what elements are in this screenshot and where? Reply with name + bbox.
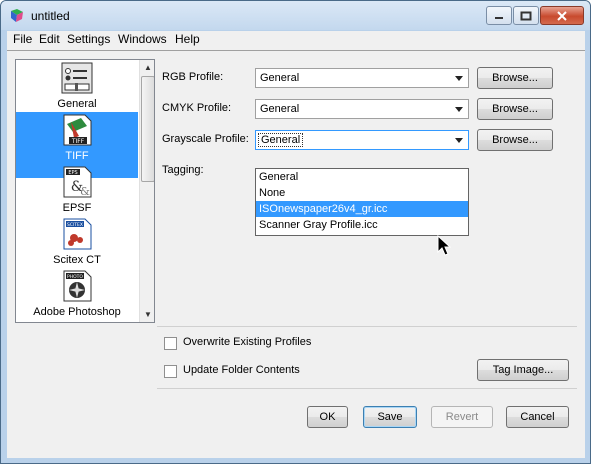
svg-text:SCITEX: SCITEX [67,222,83,228]
tagging-label: Tagging: [162,164,204,176]
settings-panel-icon [61,62,93,94]
photoshop-file-icon: PHOTO [63,270,92,302]
sidebar-label-tiff: TIFF [65,150,89,162]
sidebar-label-epsf: EPSF [62,202,92,214]
rgb-browse-button[interactable]: Browse... [477,67,553,89]
maximize-button[interactable] [513,6,539,25]
divider [157,388,577,389]
tiff-file-icon: TIFF [63,114,92,146]
grayscale-profile-value: General [258,133,304,147]
menu-edit[interactable]: Edit [39,32,60,46]
grayscale-profile-label: Grayscale Profile: [162,133,249,145]
update-folder-label: Update Folder Contents [183,364,300,376]
grayscale-browse-button[interactable]: Browse... [477,129,553,151]
sidebar-label-photoshop: Adobe Photoshop [33,306,121,318]
title-bar[interactable]: untitled [1,1,590,30]
revert-button[interactable]: Revert [431,406,493,428]
cmyk-profile-label: CMYK Profile: [162,102,232,114]
overwrite-profiles-checkbox[interactable] [164,337,177,350]
svg-text:EPS: EPS [68,170,77,176]
update-folder-checkbox[interactable] [164,365,177,378]
chevron-down-icon [455,107,463,112]
maximize-icon [520,11,532,20]
dropdown-option[interactable]: General [256,169,468,185]
svg-text:PHOTO: PHOTO [67,274,83,280]
sidebar-item-next[interactable] [16,320,138,323]
chevron-down-icon [455,76,463,81]
svg-text:TIFF: TIFF [71,138,85,145]
minimize-button[interactable] [486,6,512,25]
eps-file-icon: EPS & & [63,166,92,198]
rgb-profile-label: RGB Profile: [162,71,224,83]
app-window: untitled File Edit Settings Windows Help [0,0,591,464]
app-logo-icon [11,9,23,22]
close-icon [557,10,567,21]
menu-bar: File Edit Settings Windows Help [7,31,585,49]
scroll-up-icon[interactable]: ▲ [144,63,152,72]
rgb-profile-select[interactable]: General [255,68,469,88]
ok-button[interactable]: OK [307,406,348,428]
format-list: General TIFF TIFF EPS & & EPSF SCITEX Sc… [15,59,155,323]
mouse-cursor-icon [437,235,451,256]
menu-windows[interactable]: Windows [118,32,167,46]
grayscale-profile-select[interactable]: General [255,130,469,150]
rgb-profile-value: General [260,72,300,84]
dropdown-option[interactable]: Scanner Gray Profile.icc [256,217,468,233]
settings-panel: General TIFF TIFF EPS & & EPSF SCITEX Sc… [7,50,585,439]
scitex-file-icon: SCITEX [63,218,92,250]
overwrite-profiles-label: Overwrite Existing Profiles [183,336,312,348]
sidebar-label-general: General [57,98,97,110]
client-area: File Edit Settings Windows Help General [7,31,585,458]
sidebar-scrollbar[interactable]: ▲ ▼ [139,60,154,322]
divider [157,326,577,327]
close-button[interactable] [540,6,584,25]
scrollbar-thumb[interactable] [141,76,154,182]
svg-text:&: & [80,185,90,198]
menu-settings[interactable]: Settings [67,32,110,46]
minimize-icon [495,16,503,19]
tag-image-button[interactable]: Tag Image... [477,359,569,381]
save-button[interactable]: Save [363,406,417,428]
window-title: untitled [31,9,70,23]
menu-file[interactable]: File [13,32,32,46]
cmyk-browse-button[interactable]: Browse... [477,98,553,120]
sidebar-label-scitex: Scitex CT [53,254,101,266]
grayscale-profile-dropdown: General None ISOnewspaper26v4_gr.icc Sca… [255,168,469,236]
sidebar-item-photoshop[interactable]: PHOTO Adobe Photoshop [16,268,138,322]
menu-help[interactable]: Help [175,32,200,46]
dropdown-option[interactable]: None [256,185,468,201]
cmyk-profile-value: General [260,103,300,115]
scroll-down-icon[interactable]: ▼ [144,310,152,319]
file-icon [61,322,93,323]
cancel-button[interactable]: Cancel [506,406,569,428]
cmyk-profile-select[interactable]: General [255,99,469,119]
dropdown-option-highlighted[interactable]: ISOnewspaper26v4_gr.icc [256,201,468,217]
chevron-down-icon [455,138,463,143]
